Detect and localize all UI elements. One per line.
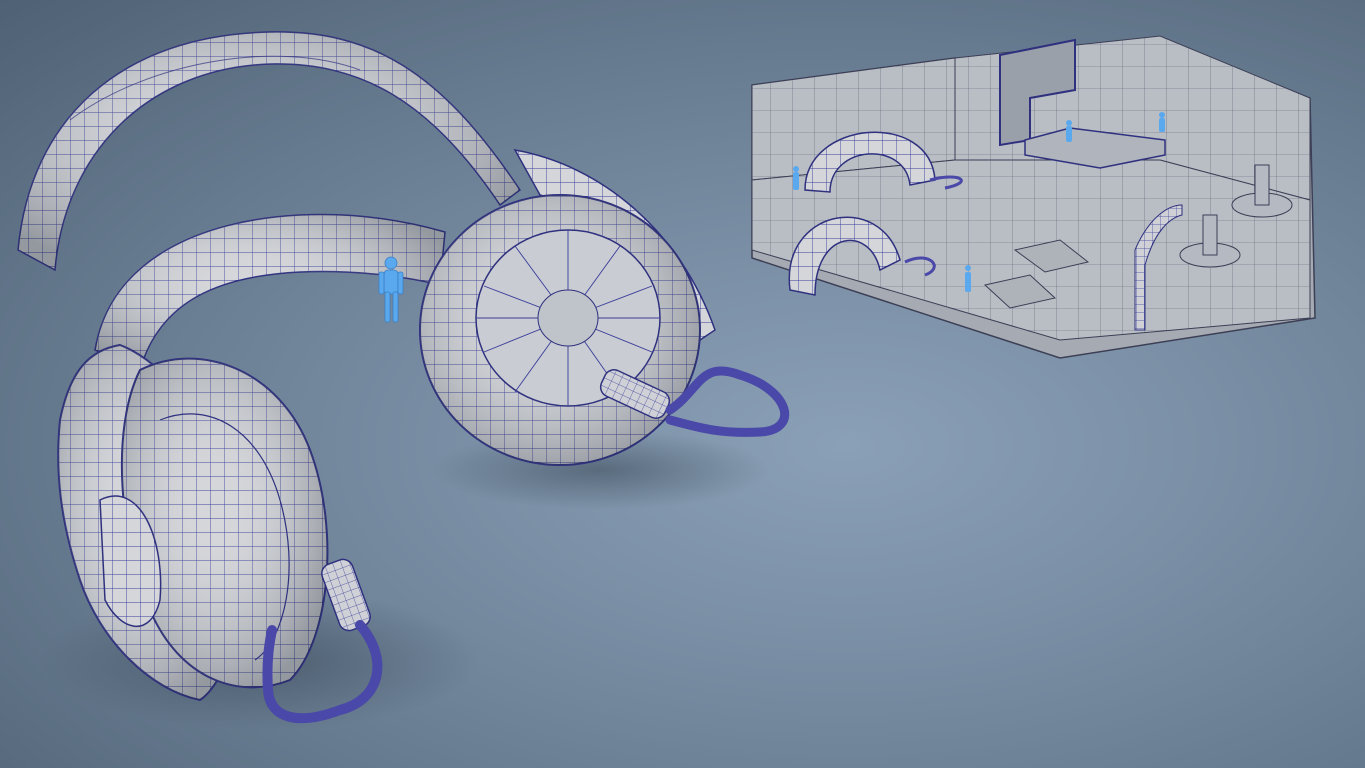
right-ear-cup (419, 194, 701, 466)
environment-inset (751, 35, 1316, 359)
wireframe-render (17, 31, 1316, 730)
render-viewport (0, 0, 1365, 768)
